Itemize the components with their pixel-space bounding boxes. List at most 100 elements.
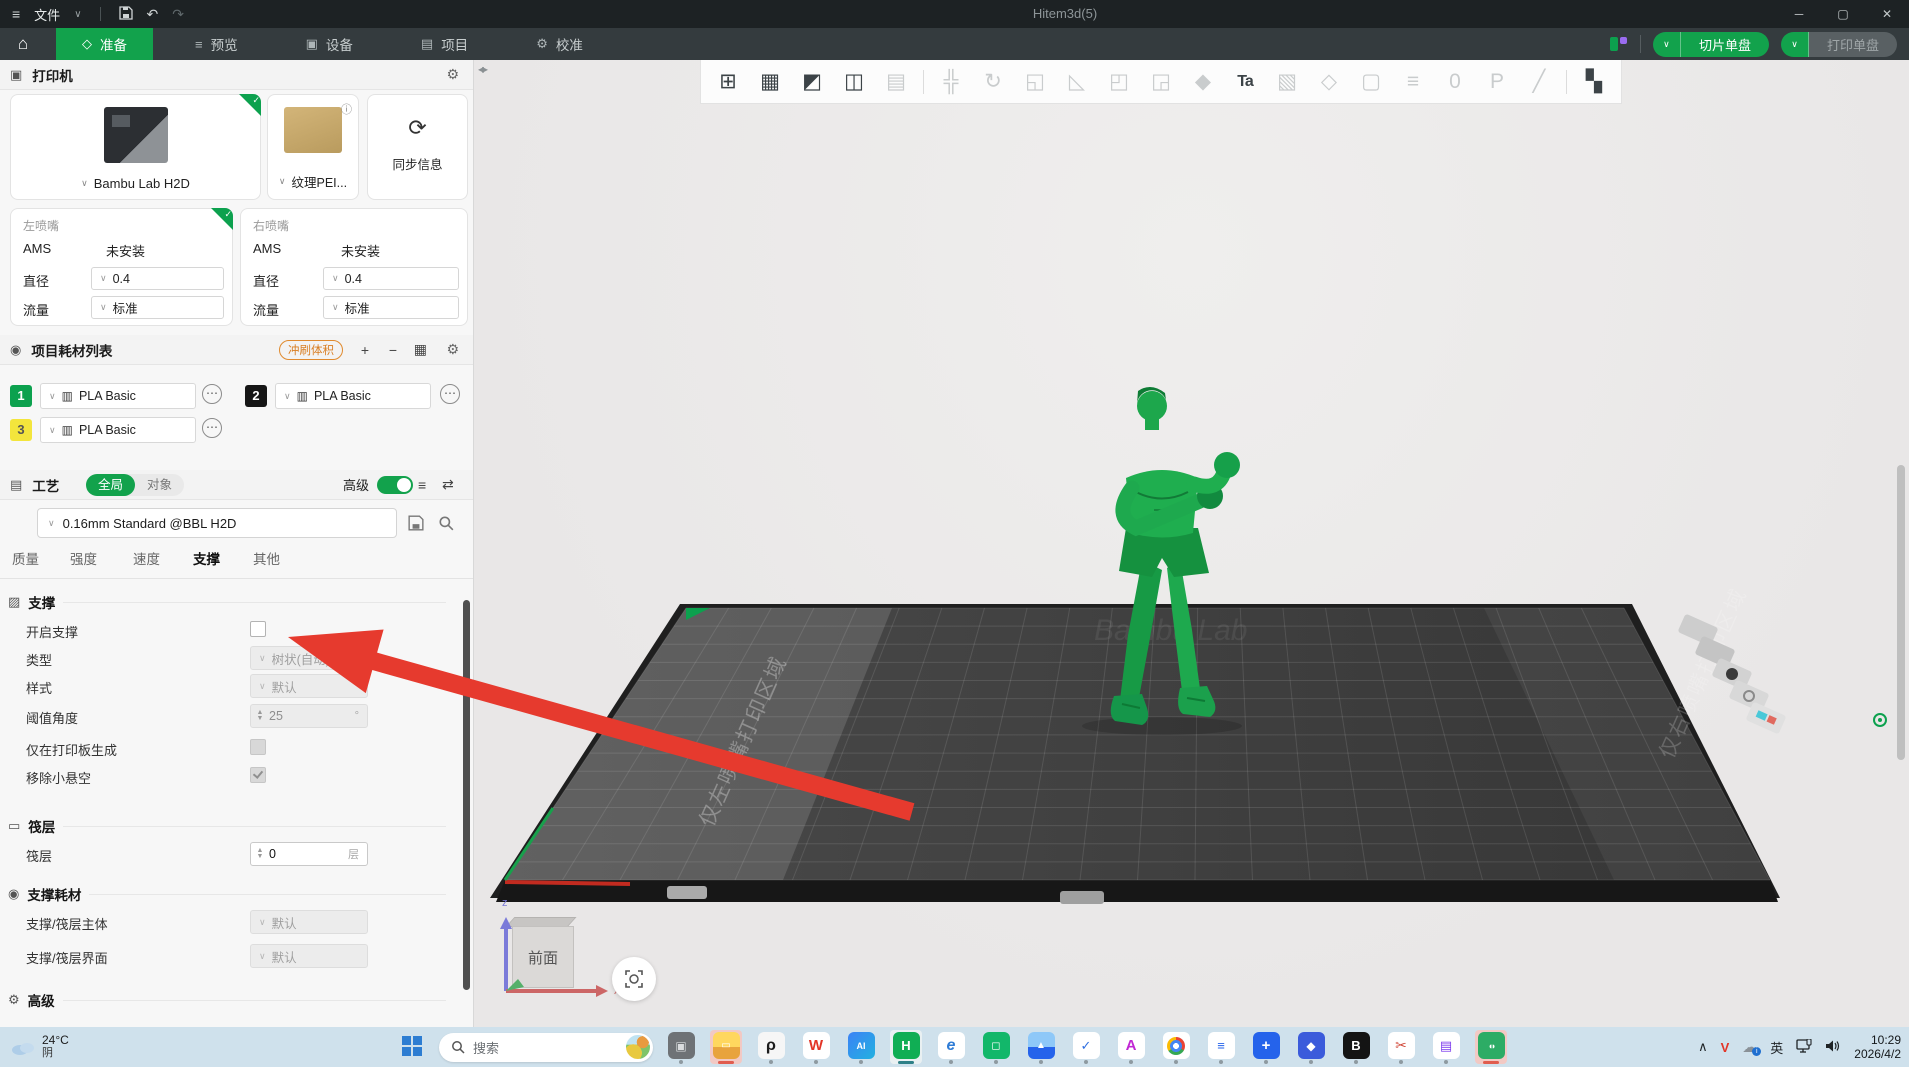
threshold-angle-spinner[interactable]: ▲▼ 25 ° — [250, 704, 368, 728]
close-button[interactable]: ✕ — [1865, 0, 1909, 28]
spinner-arrows-icon[interactable]: ▲▼ — [251, 710, 269, 722]
taskbar-app-task-view[interactable]: ▣ — [665, 1030, 697, 1064]
filament-1-dropdown[interactable]: ∨ ▥ PLA Basic — [40, 383, 196, 409]
build-plate-card[interactable]: ⓘ ∨纹理PEI... — [267, 94, 359, 200]
raft-layers-spinner[interactable]: ▲▼ 0 层 — [250, 842, 368, 866]
filament-settings-gear-icon[interactable]: ⚙ — [446, 341, 459, 358]
filament-3-dropdown[interactable]: ∨ ▥ PLA Basic — [40, 417, 196, 443]
navigation-cube[interactable]: 前面 z x — [498, 905, 628, 1005]
taskbar-app-blue-v[interactable]: ✓ — [1070, 1030, 1102, 1064]
taskbar-app-archive[interactable]: ▤ — [1430, 1030, 1462, 1064]
split-parts-icon[interactable]: ◲ — [1140, 69, 1182, 94]
filament-3-menu-icon[interactable]: ⋯ — [202, 418, 222, 438]
support-paint-icon[interactable]: ▧ — [1266, 69, 1308, 94]
color-paint-icon[interactable]: ◆ — [1182, 69, 1224, 94]
diameter-dropdown[interactable]: ∨ 0.4 — [91, 267, 224, 290]
taskbar-app-wps[interactable]: W — [800, 1030, 832, 1064]
taskbar-app-a[interactable]: A — [1115, 1030, 1147, 1064]
taskbar-app-rho[interactable]: ρ — [755, 1030, 787, 1064]
taskbar-app-wechat[interactable]: ◖◗ — [1475, 1030, 1507, 1064]
taskbar-app-diamond[interactable]: ◆ — [1295, 1030, 1327, 1064]
scale-icon[interactable]: ◱ — [1014, 69, 1056, 94]
compare-preset-icon[interactable]: ⇄ — [442, 476, 454, 493]
viewport-3d[interactable]: ◂▸ Bambu Lab 仅左喷嘴打印区域 仅右喷嘴打印区域 — [474, 60, 1909, 1027]
plate-layout-icon[interactable] — [1610, 36, 1628, 52]
start-button[interactable] — [401, 1035, 423, 1060]
advanced-toggle[interactable] — [377, 476, 413, 494]
taskbar-app-chrome[interactable] — [1160, 1030, 1192, 1064]
search-preset-icon[interactable] — [438, 515, 454, 534]
flow-dropdown[interactable]: ∨ 标准 — [323, 296, 459, 319]
filament-3-swatch[interactable]: 3 — [10, 419, 32, 441]
support-interface-dropdown[interactable]: ∨ 默认 — [250, 944, 368, 968]
printer-settings-gear-icon[interactable]: ⚙ — [446, 66, 459, 83]
taskbar-app-green-store[interactable]: ◻ — [980, 1030, 1012, 1064]
diameter-dropdown[interactable]: ∨ 0.4 — [323, 267, 459, 290]
remove-filament-icon[interactable]: − — [389, 342, 397, 358]
add-plate-icon[interactable]: ▦ — [749, 69, 791, 94]
layer-height-icon[interactable]: ≡ — [1392, 70, 1434, 94]
taskbar-app-screenshot[interactable]: ✂ — [1385, 1030, 1417, 1064]
taskbar-app-edge[interactable]: e — [935, 1030, 967, 1064]
printer-card[interactable]: ∨Bambu Lab H2D — [10, 94, 261, 200]
split-objects-icon[interactable]: ◰ — [1098, 69, 1140, 94]
arrange-icon[interactable]: ◫ — [833, 69, 875, 94]
hamburger-menu-icon[interactable]: ≡ — [12, 6, 20, 22]
slice-options-chevron-icon[interactable]: ∨ — [1653, 32, 1681, 57]
segment-global[interactable]: 全局 — [86, 474, 135, 496]
file-menu-chevron-icon[interactable]: ∨ — [74, 9, 81, 20]
plate-info-icon[interactable]: ⓘ — [341, 101, 352, 117]
fuzzy-skin-icon[interactable]: ▢ — [1350, 69, 1392, 94]
split-stack-icon[interactable]: ▤ — [875, 69, 917, 94]
cut-icon[interactable]: ◇ — [1308, 69, 1350, 94]
list-view-icon[interactable]: ≡ — [418, 477, 426, 493]
taskbar-search[interactable]: 搜索 — [439, 1033, 653, 1062]
tab-project[interactable]: ▤ 项目 — [395, 28, 494, 60]
support-style-dropdown[interactable]: ∨ 默认 — [250, 674, 368, 698]
add-text-icon[interactable]: Ta — [1224, 73, 1266, 91]
taskbar-app-ai[interactable]: AI — [845, 1030, 877, 1064]
panel-scrollbar[interactable] — [463, 600, 470, 990]
filament-1-swatch[interactable]: 1 — [10, 385, 32, 407]
tab-calibrate[interactable]: ⚙ 校准 — [510, 28, 609, 60]
home-button[interactable]: ⌂ — [0, 28, 46, 60]
tab-support[interactable]: 支撑 — [193, 548, 220, 568]
slice-plate-button[interactable]: ∨ 切片单盘 — [1653, 32, 1769, 57]
add-filament-icon[interactable]: + — [361, 342, 369, 358]
redo-icon[interactable]: ↷ — [172, 6, 184, 23]
filament-palette-icon[interactable]: ▦ — [414, 341, 427, 358]
rotate-icon[interactable]: ↻ — [972, 69, 1014, 94]
seam-p-icon[interactable]: P — [1476, 70, 1518, 94]
print-options-chevron-icon[interactable]: ∨ — [1781, 32, 1809, 57]
viewport-scrollbar[interactable] — [1897, 465, 1905, 760]
enable-support-checkbox[interactable] — [250, 621, 266, 637]
flush-volume-badge[interactable]: 冲刷体积 — [279, 340, 343, 360]
filament-2-menu-icon[interactable]: ⋯ — [440, 384, 460, 404]
measure-icon[interactable]: ╱ — [1518, 69, 1560, 94]
auto-orient-icon[interactable]: ◩ — [791, 69, 833, 94]
taskbar-app-docs[interactable]: ≡ — [1205, 1030, 1237, 1064]
flow-dropdown[interactable]: ∨ 标准 — [91, 296, 224, 319]
taskbar-clock[interactable]: 10:29 2026/4/2 — [1854, 1033, 1901, 1061]
filament-2-swatch[interactable]: 2 — [245, 385, 267, 407]
add-object-icon[interactable]: ⊞ — [707, 69, 749, 94]
search-highlight-thumbnail[interactable] — [626, 1035, 650, 1059]
taskbar-app-photos[interactable]: ▲ — [1025, 1030, 1057, 1064]
seam-zero-icon[interactable]: 0 — [1434, 70, 1476, 94]
undo-icon[interactable]: ↶ — [147, 6, 159, 23]
tab-speed[interactable]: 速度 — [133, 548, 160, 568]
move-icon[interactable]: ╬ — [930, 70, 972, 94]
minimize-button[interactable]: ─ — [1777, 0, 1821, 28]
preset-dropdown[interactable]: ∨ 0.16mm Standard @BBL H2D — [37, 508, 397, 538]
filament-2-dropdown[interactable]: ∨ ▥ PLA Basic — [275, 383, 431, 409]
tray-expand-icon[interactable]: ∧ — [1698, 1039, 1708, 1055]
save-preset-icon[interactable] — [408, 515, 424, 534]
cloud-tray-icon[interactable]: ☁i — [1742, 1038, 1757, 1056]
segment-object[interactable]: 对象 — [135, 474, 184, 496]
print-plate-button[interactable]: ∨ 打印单盘 — [1781, 32, 1897, 57]
maximize-button[interactable]: ▢ — [1821, 0, 1865, 28]
sync-info-card[interactable]: ⟳ 同步信息 — [367, 94, 468, 200]
tab-preview[interactable]: ≡ 预览 — [169, 28, 264, 60]
wps-tray-icon[interactable]: V — [1721, 1040, 1730, 1055]
lay-flat-icon[interactable]: ◺ — [1056, 69, 1098, 94]
